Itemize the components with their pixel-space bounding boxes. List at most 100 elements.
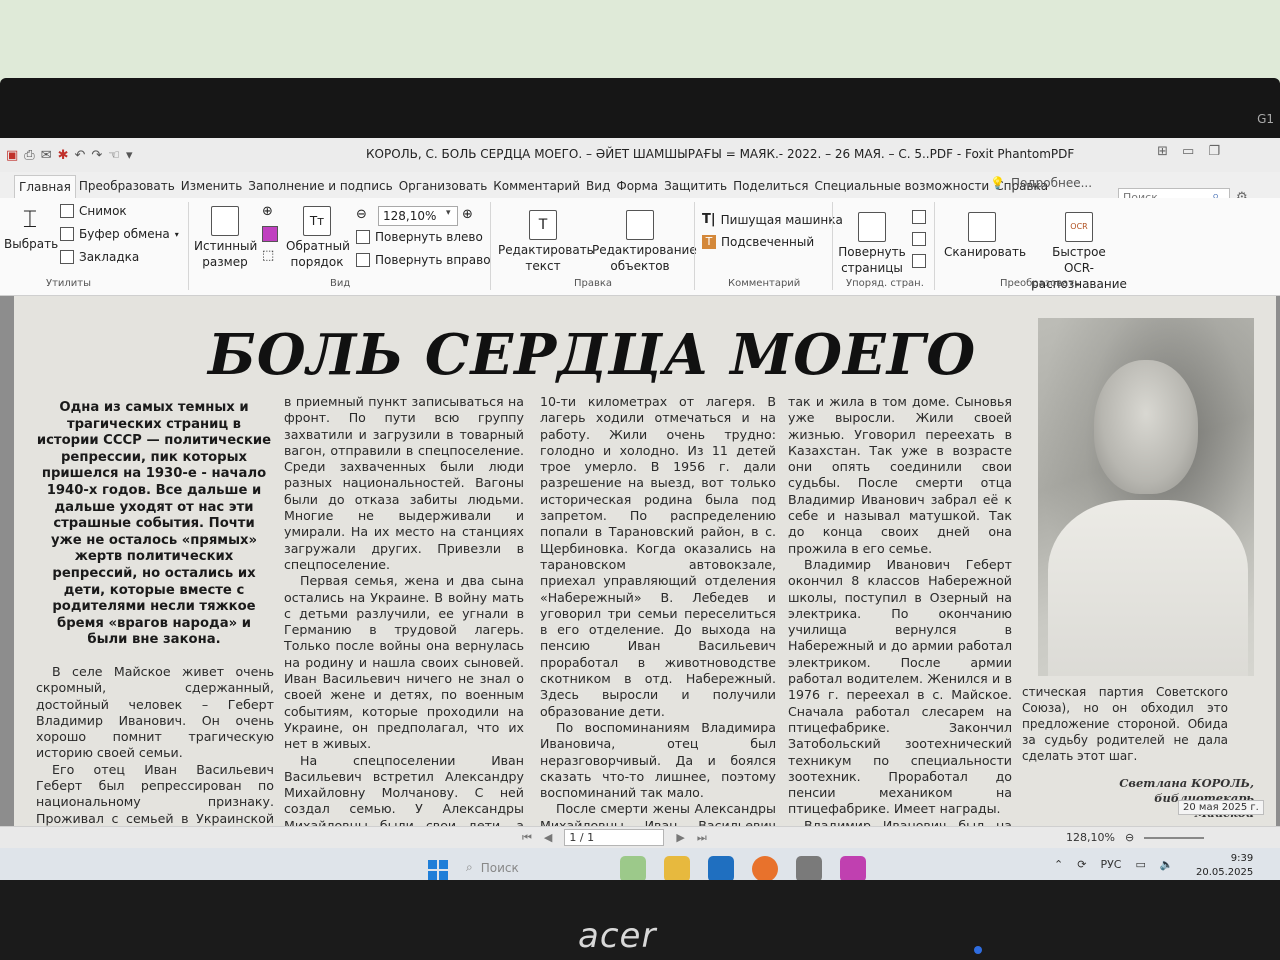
paragraph: В селе Майское живет очень скромный, сде… [36, 664, 274, 761]
scan-button[interactable]: Сканировать [944, 212, 1026, 260]
actual-size-button[interactable]: Истинный размер [194, 206, 258, 270]
redo-icon[interactable]: ↷ [91, 148, 102, 163]
email-icon[interactable]: ✉ [41, 148, 52, 163]
tab-convert[interactable]: Преобразовать [76, 179, 178, 198]
language-indicator[interactable]: РУС [1100, 858, 1121, 871]
extract-page-icon [912, 254, 926, 268]
widgets-icon[interactable] [620, 856, 646, 882]
typewriter-button[interactable]: T| Пишущая машинка [702, 212, 843, 227]
zoom-dropdown-icon[interactable]: ▾ [446, 208, 451, 218]
taskbar-apps [620, 856, 866, 882]
tab-edit[interactable]: Изменить [178, 179, 246, 198]
window-title: КОРОЛЬ, С. БОЛЬ СЕРДЦА МОЕГО. – ӘЙЕТ ШАМ… [366, 147, 1075, 161]
undo-icon[interactable]: ↶ [75, 148, 86, 163]
ocr-label-1: Быстрое [1052, 245, 1106, 259]
rotate-pages-button[interactable]: Повернуть страницы [838, 212, 906, 276]
rotate-right-button[interactable]: Повернуть вправо [356, 253, 491, 267]
network-icon[interactable]: ▭ [1135, 858, 1145, 871]
restore-icon[interactable]: ❐ [1208, 144, 1220, 159]
tab-share[interactable]: Поделиться [730, 179, 811, 198]
insert-page-icon [912, 210, 926, 224]
snapshot-button[interactable]: Снимок [60, 204, 127, 218]
zoom-in-button[interactable]: ⊕ [462, 207, 473, 222]
select-label: Выбрать [4, 237, 59, 251]
pdf-page[interactable]: БОЛЬ СЕРДЦА МОЕГО Одна из самых темных и… [14, 296, 1276, 826]
extract-page-button[interactable] [912, 254, 926, 268]
app-icon[interactable] [796, 856, 822, 882]
window-controls: ⊞ ▭ ❐ [1157, 144, 1220, 159]
foxit-icon[interactable] [840, 856, 866, 882]
scanner-icon [968, 212, 996, 242]
select-button[interactable]: ⌶ Выбрать [4, 204, 59, 252]
last-page-icon[interactable]: ⏭ [697, 831, 707, 845]
edit-text-button[interactable]: T Редактировать текст [498, 210, 594, 274]
clipboard-button[interactable]: Буфер обмена ▾ [60, 227, 179, 241]
taskbar-search[interactable]: ⌕ Поиск [466, 860, 519, 875]
tab-fill-sign[interactable]: Заполнение и подпись [245, 179, 395, 198]
bookmark-button[interactable]: Закладка [60, 250, 139, 264]
actual-size-icon [211, 206, 239, 236]
tab-accessibility[interactable]: Специальные возможности [811, 179, 992, 198]
actual-size-label-1: Истинный [194, 239, 258, 253]
zoom-status-value[interactable]: 128,10% [1066, 831, 1115, 844]
volume-icon[interactable]: 🔈 [1160, 858, 1174, 871]
minimize-icon[interactable]: ▭ [1182, 144, 1194, 159]
tab-organize[interactable]: Организовать [396, 179, 491, 198]
tell-me-label: Подробнее... [1010, 176, 1093, 190]
fit-visible-button[interactable]: ⬚ [262, 248, 274, 263]
tab-comment[interactable]: Комментарий [490, 179, 583, 198]
delete-page-button[interactable] [912, 232, 926, 246]
zoom-slider[interactable] [1144, 836, 1205, 839]
photo-shirt [1048, 500, 1248, 676]
fit-width-button[interactable] [262, 226, 278, 242]
outlook-icon[interactable] [708, 856, 734, 882]
ocr-icon: OCR [1065, 212, 1093, 242]
ribbon-separator [934, 202, 935, 290]
paragraph: Его отец Иван Васильевич Геберт был репр… [36, 761, 274, 826]
page-number-input[interactable]: 1 / 1 [564, 829, 665, 846]
reverse-order-button[interactable]: Tт Обратный порядок [286, 206, 350, 270]
clock[interactable]: 9:39 20.05.2025 [1196, 852, 1253, 880]
paragraph: На спецпоселении Иван Васильевич встрети… [284, 752, 524, 826]
next-page-icon[interactable]: ▶ [676, 831, 684, 844]
chevron-up-icon[interactable]: ⌃ [1054, 858, 1063, 871]
edit-objects-button[interactable]: Редактирование объектов [592, 210, 697, 274]
insert-page-button[interactable] [912, 210, 926, 224]
tab-protect[interactable]: Защитить [661, 179, 730, 198]
paragraph: так и жила в том доме. Сыновья уже вырос… [788, 394, 1012, 556]
firefox-icon[interactable] [752, 856, 778, 882]
photo-head [1094, 360, 1198, 494]
article-column-3: 10-ти километрах от лагеря. В лагерь ход… [540, 394, 776, 826]
ribbon-separator [694, 202, 695, 290]
paragraph: Первая семья, жена и два сына остались н… [284, 573, 524, 752]
tab-form[interactable]: Форма [613, 179, 661, 198]
print-icon[interactable]: ⎙ [24, 148, 34, 163]
sync-icon[interactable]: ⟳ [1077, 858, 1086, 871]
file-explorer-icon[interactable] [664, 856, 690, 882]
camera-icon [60, 204, 74, 218]
first-page-icon[interactable]: ⏮ [522, 831, 532, 845]
edit-objects-label-1: Редактирование [592, 243, 697, 257]
rotate-left-button[interactable]: Повернуть влево [356, 230, 483, 244]
highlight-button[interactable]: T Подсвеченный [702, 235, 814, 249]
system-tray: ⌃ ⟳ РУС ▭ 🔈 [1054, 858, 1174, 871]
new-doc-icon[interactable]: ✱ [58, 148, 69, 163]
fit-page-button[interactable]: ⊕ [262, 204, 273, 219]
typewriter-label: Пишущая машинка [720, 212, 843, 227]
tab-home[interactable]: Главная [14, 175, 76, 198]
hand-tool-icon[interactable]: ☜ [108, 148, 120, 163]
windows-start-icon[interactable] [428, 860, 448, 880]
tell-me[interactable]: 💡 Подробнее... [990, 176, 1092, 190]
quick-access-toolbar: ▣ ⎙ ✉ ✱ ↶ ↷ ☜ ▾ [0, 148, 133, 163]
prev-page-icon[interactable]: ◀ [544, 831, 552, 844]
app-logo-icon[interactable]: ▣ [6, 148, 18, 163]
document-area[interactable]: БОЛЬ СЕРДЦА МОЕГО Одна из самых темных и… [0, 296, 1280, 826]
zoom-out-small-icon[interactable]: ⊖ [1125, 831, 1134, 844]
customize-qat-icon[interactable]: ▾ [126, 148, 133, 163]
edit-text-label-1: Редактировать [498, 243, 594, 257]
author-name: Светлана КОРОЛЬ, [1119, 776, 1254, 790]
zoom-out-button[interactable]: ⊖ [356, 207, 367, 222]
zoom-in-icon: ⊕ [462, 207, 473, 222]
tab-view[interactable]: Вид [583, 179, 613, 198]
ribbon-toggle-icon[interactable]: ⊞ [1157, 144, 1168, 159]
